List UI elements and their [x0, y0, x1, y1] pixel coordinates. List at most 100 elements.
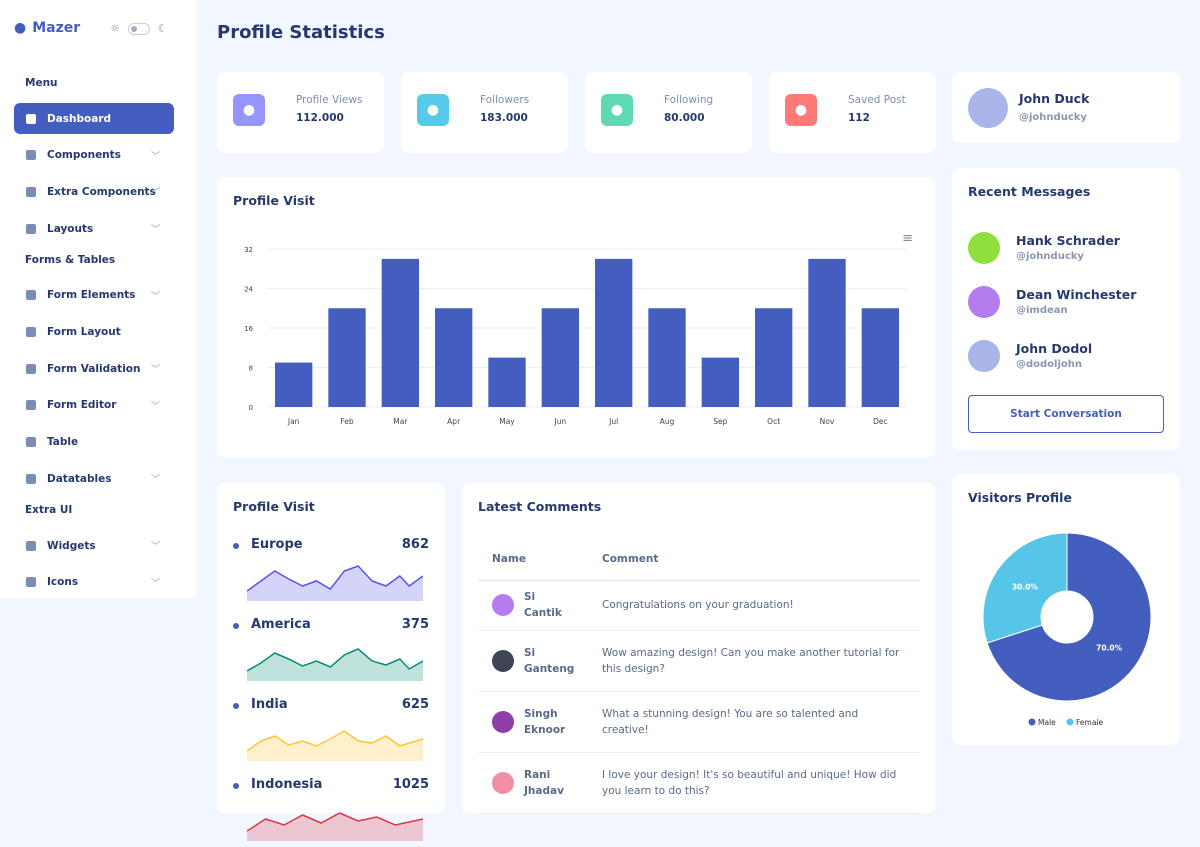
- sidebar-item-label: Table: [47, 436, 79, 449]
- stat-card: ● Profile Views 112.000: [217, 72, 384, 153]
- x-tick-label: Nov: [820, 417, 835, 426]
- bar: [648, 308, 686, 407]
- region-item: Indonesia 1025: [233, 777, 429, 847]
- table-row: Si Ganteng Wow amazing design! Can you ma…: [478, 630, 920, 692]
- bar: [541, 308, 579, 407]
- sidebar-section-title: Menu: [25, 77, 58, 89]
- sidebar-item[interactable]: Form Validation ﹀: [14, 353, 174, 384]
- sidebar-item-label: Layouts: [47, 222, 94, 235]
- sparkline: [247, 730, 423, 761]
- stat-card: ● Saved Post 112: [769, 72, 936, 153]
- bar: [381, 258, 419, 407]
- sidebar-item[interactable]: Widgets ﹀: [14, 530, 174, 561]
- sender-handle: @johnducky: [1016, 251, 1084, 262]
- bar: [701, 357, 739, 407]
- spreadsheet-icon: [26, 473, 36, 484]
- sidebar-item[interactable]: Icons ﹀: [14, 567, 174, 598]
- sidebar: ● Mazer ☼ ☾ Menu Dashboard Components ﹀ Extra …: [0, 0, 196, 598]
- stat-value: 183.000: [480, 112, 528, 124]
- x-tick-label: Feb: [340, 417, 354, 426]
- x-tick-label: Sep: [713, 417, 727, 426]
- moon-icon: ☾: [157, 22, 168, 35]
- legend-label: Male: [1038, 718, 1056, 727]
- y-tick-label: 32: [244, 246, 253, 254]
- avatar: [968, 340, 1000, 372]
- sender-handle: @dodoljohn: [1016, 359, 1083, 370]
- bar: [328, 308, 366, 407]
- bullet-icon: [233, 703, 239, 709]
- bar: [861, 308, 899, 407]
- avatar: [968, 232, 1000, 264]
- region-value: 862: [401, 537, 429, 552]
- y-tick-label: 8: [249, 365, 253, 373]
- collection-icon: [26, 186, 36, 197]
- stat-label: Following: [664, 94, 714, 106]
- x-tick-label: Jun: [553, 417, 566, 426]
- regions-card: Profile Visit Europe 862 America 375 India 62…: [217, 483, 445, 841]
- table-icon: [26, 437, 36, 448]
- sidebar-section-title: Extra UI: [25, 504, 73, 516]
- bar: [275, 362, 313, 407]
- region-name: Europe: [251, 537, 303, 552]
- stat-card: ● Followers 183.000: [401, 72, 568, 153]
- sender-name: John Dodol: [1016, 341, 1093, 356]
- sparkline: [247, 812, 423, 841]
- avatar: [492, 594, 514, 616]
- y-tick-label: 16: [244, 325, 253, 333]
- sender-name: Dean Winchester: [1016, 287, 1137, 302]
- chevron-down-icon: ﹀: [150, 225, 160, 236]
- bar-chart: 0 8 16 24 32 Jan Feb Mar Apr May Jun Jul Aug Sep Oct No…: [244, 246, 907, 426]
- region-name: India: [251, 697, 288, 712]
- y-tick-label: 0: [249, 404, 253, 412]
- sidebar-item[interactable]: Table: [14, 427, 174, 458]
- chevron-down-icon: ﹀: [150, 475, 160, 486]
- pen-icon: [26, 400, 36, 411]
- sidebar-item[interactable]: Extra Components ﹀: [14, 176, 174, 207]
- sidebar-item[interactable]: Form Layout: [14, 317, 174, 348]
- sidebar-item[interactable]: Dashboard: [14, 103, 174, 134]
- x-tick-label: Jan: [287, 417, 300, 426]
- sidebar-item[interactable]: Layouts ﹀: [14, 213, 174, 244]
- chevron-down-icon: ﹀: [150, 365, 160, 376]
- chevron-down-icon: ﹀: [150, 188, 160, 199]
- column-header-comment: Comment: [588, 538, 920, 581]
- card-title: Profile Visit: [233, 499, 315, 514]
- chevron-down-icon: ﹀: [150, 291, 160, 302]
- sidebar-item-label: Dashboard: [47, 112, 112, 125]
- pentagon-icon: [26, 540, 36, 551]
- x-tick-label: Dec: [873, 417, 888, 426]
- stat-value: 80.000: [664, 112, 705, 124]
- sidebar-item[interactable]: Form Editor ﹀: [14, 390, 174, 421]
- sidebar-item-label: Form Layout: [47, 326, 121, 338]
- y-tick-label: 24: [244, 286, 253, 294]
- grid-icon: [26, 113, 36, 124]
- egg-icon: [26, 577, 36, 588]
- region-name: Indonesia: [251, 777, 323, 792]
- bullet-icon: [233, 543, 239, 549]
- sidebar-item[interactable]: Datatables ﹀: [14, 463, 174, 494]
- start-conversation-button[interactable]: Start Conversation: [968, 395, 1164, 433]
- pie-chart: 70.0% Male 30.0% Female: [982, 532, 1152, 727]
- sidebar-item[interactable]: Form Elements ﹀: [14, 280, 174, 311]
- slice-label: 30.0%: [1012, 582, 1039, 591]
- x-tick-label: Aug: [660, 417, 675, 426]
- stat-value: 112: [848, 112, 870, 124]
- bar: [595, 258, 633, 407]
- comment-text: Congratulations on your graduation!: [588, 580, 920, 631]
- sidebar-item[interactable]: Components ﹀: [14, 140, 174, 171]
- person-icon: ●: [14, 20, 27, 36]
- x-tick-label: Apr: [447, 417, 461, 426]
- theme-toggle[interactable]: [127, 22, 150, 35]
- chevron-down-icon: ﹀: [150, 542, 160, 552]
- region-value: 625: [401, 697, 429, 712]
- legend-marker: [1066, 718, 1074, 726]
- page-title: Profile Statistics: [217, 22, 385, 43]
- bar: [488, 357, 526, 407]
- bar: [808, 258, 846, 407]
- eye-icon: ●: [233, 94, 265, 126]
- logo[interactable]: ● Mazer: [14, 20, 80, 36]
- avatar: [968, 286, 1000, 318]
- sidebar-item-label: Widgets: [47, 539, 96, 552]
- visitors-profile-card: Visitors Profile 70.0% Male 30.0% Female: [952, 474, 1180, 745]
- recent-messages-card: Recent Messages Hank Schrader @johnducky D…: [952, 168, 1180, 450]
